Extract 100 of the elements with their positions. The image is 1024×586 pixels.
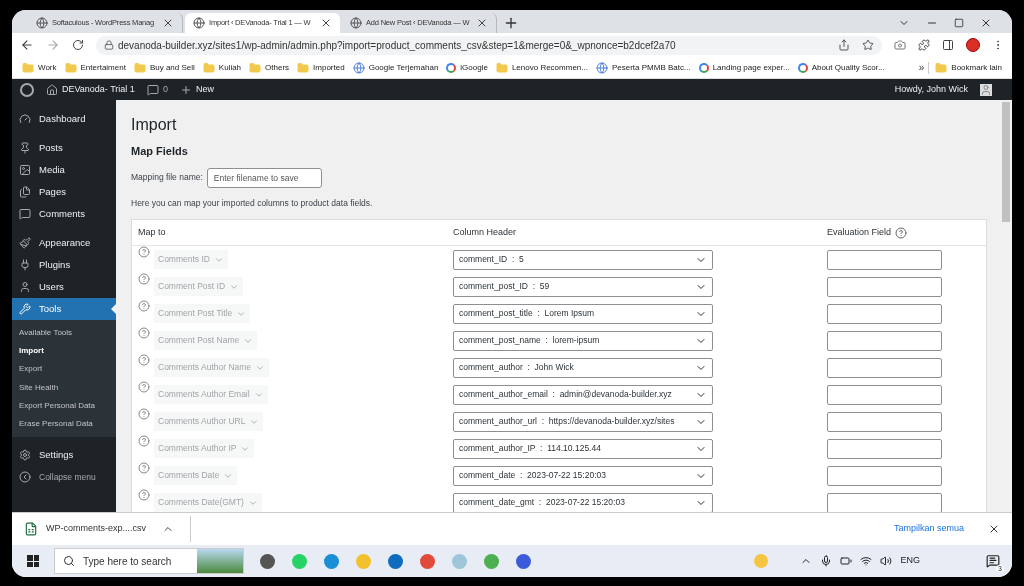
scrollbar[interactable]: [1000, 100, 1012, 512]
help-icon[interactable]: [138, 408, 150, 421]
download-file-name[interactable]: WP-comments-exp....csv: [46, 522, 146, 536]
menu-item[interactable]: Dashboard: [12, 108, 116, 130]
puzzle-icon[interactable]: [918, 39, 930, 51]
evaluation-field[interactable]: [827, 249, 942, 270]
share-icon[interactable]: [838, 39, 850, 51]
submenu-item[interactable]: Site Health: [12, 378, 116, 397]
avatar[interactable]: [966, 38, 980, 52]
greeting[interactable]: Howdy, John Wick: [894, 82, 968, 97]
bookmark[interactable]: About Quality Scor...: [795, 61, 887, 74]
column-select[interactable]: comment_date : 2023-07-22 15:20:03: [453, 465, 713, 486]
bookmark[interactable]: Landing page exper...: [696, 61, 792, 74]
paintbrush-icon: [19, 237, 31, 249]
microphone-icon[interactable]: [820, 555, 833, 567]
menu-item[interactable]: Comments: [12, 203, 116, 225]
submenu-item[interactable]: Erase Personal Data: [12, 414, 116, 434]
camera-icon[interactable]: [894, 39, 906, 51]
close-icon[interactable]: [162, 17, 174, 29]
help-icon[interactable]: [138, 381, 150, 394]
help-icon[interactable]: [895, 226, 908, 239]
back-icon[interactable]: [20, 38, 34, 52]
close-icon[interactable]: [988, 523, 1000, 535]
bookmark[interactable]: Google Terjemahan: [350, 61, 441, 74]
menu-item[interactable]: Tools: [12, 298, 116, 320]
submenu-item[interactable]: Import: [12, 342, 116, 361]
maximize-icon[interactable]: [954, 18, 964, 28]
menu-item[interactable]: Posts: [12, 137, 116, 159]
collapse-menu[interactable]: Collapse menu: [12, 466, 116, 489]
bookmark[interactable]: Entertaiment: [62, 61, 128, 74]
bookmark[interactable]: Peserta PMMB Batc...: [593, 61, 693, 74]
close-icon[interactable]: [320, 17, 332, 29]
globe-icon: [352, 61, 365, 74]
search-icon: [63, 555, 75, 567]
menu-item[interactable]: Appearance: [12, 232, 116, 254]
speaker-icon[interactable]: [880, 555, 893, 567]
bookmark[interactable]: Imported: [295, 61, 347, 74]
site-name[interactable]: DEVanoda- Trial 1: [62, 82, 135, 97]
bookmark[interactable]: iGoogle: [444, 61, 490, 74]
column-select[interactable]: comment_ID : 5: [453, 249, 713, 270]
forward-icon[interactable]: [46, 38, 60, 52]
bookmark[interactable]: Others: [247, 61, 292, 74]
taskbar-search-field[interactable]: Type here to search: [54, 548, 244, 574]
evaluation-field[interactable]: [827, 276, 942, 297]
column-select[interactable]: comment_author_email : admin@devanoda-builder.xyz: [453, 384, 713, 405]
help-icon[interactable]: [138, 300, 150, 313]
evaluation-field[interactable]: [827, 384, 942, 405]
help-icon[interactable]: [138, 489, 150, 502]
submenu-item[interactable]: Export Personal Data: [12, 396, 116, 415]
menu-item[interactable]: Users: [12, 276, 116, 298]
column-select[interactable]: comment_author_url : https://devanoda-builder.xyz/sites: [453, 411, 713, 432]
menu-item[interactable]: Media: [12, 159, 116, 181]
star-icon[interactable]: [862, 39, 874, 51]
battery-icon[interactable]: [840, 555, 853, 567]
evaluation-field[interactable]: [827, 465, 942, 486]
evaluation-field[interactable]: [827, 330, 942, 351]
column-select[interactable]: comment_post_title : Lorem Ipsum: [453, 303, 713, 324]
help-icon[interactable]: [138, 327, 150, 340]
column-select[interactable]: comment_author_IP : 114.10.125.44: [453, 438, 713, 459]
reload-icon[interactable]: [72, 39, 84, 51]
help-icon[interactable]: [138, 246, 150, 259]
new-link[interactable]: New: [195, 82, 214, 97]
column-select[interactable]: comment_post_ID : 59: [453, 276, 713, 297]
bookmark[interactable]: Kuliah: [200, 61, 244, 74]
bookmark[interactable]: Bookmark lain: [933, 61, 1004, 74]
bookmark[interactable]: Work: [20, 61, 59, 74]
evaluation-field[interactable]: [827, 357, 942, 378]
bookmark[interactable]: Buy and Sell: [131, 61, 197, 74]
notification-icon[interactable]: [986, 554, 1000, 568]
close-icon[interactable]: [980, 17, 992, 29]
submenu-item[interactable]: Export: [12, 360, 116, 379]
column-select[interactable]: comment_post_name : lorem-ipsum: [453, 330, 713, 351]
wifi-icon[interactable]: [860, 555, 873, 567]
evaluation-field[interactable]: [827, 411, 942, 432]
help-icon[interactable]: [138, 435, 150, 448]
comment-count[interactable]: 0: [162, 82, 168, 97]
show-all-link[interactable]: Tampilkan semua: [893, 522, 964, 536]
new-tab-icon[interactable]: [503, 15, 519, 31]
windows-logo-icon[interactable]: [27, 555, 39, 567]
column-select[interactable]: comment_author : John Wick: [453, 357, 713, 378]
mapping-label: Mapping file name:: [131, 171, 203, 184]
address-bar[interactable]: devanoda-builder.xyz/sites1/wp-admin/admin.php?import=product_comments_csv&step=1&merge=0&_wpnonce=b2dcef2a70: [96, 35, 882, 55]
bookmark[interactable]: Lenovo Recommen...: [493, 61, 590, 74]
help-icon[interactable]: [138, 354, 150, 367]
filename-field[interactable]: Enter filename to save: [206, 167, 322, 188]
gauge-icon: [19, 113, 31, 125]
evaluation-field[interactable]: [827, 303, 942, 324]
page-icon: [193, 17, 205, 29]
evaluation-field[interactable]: [827, 492, 942, 512]
menu-item[interactable]: Settings: [12, 444, 116, 467]
evaluation-field[interactable]: [827, 438, 942, 459]
menu-item[interactable]: Pages: [12, 181, 116, 203]
more-bookmarks[interactable]: »: [918, 60, 925, 75]
help-icon[interactable]: [138, 273, 150, 286]
help-icon[interactable]: [138, 462, 150, 475]
language-indicator[interactable]: ENG: [900, 554, 920, 568]
side-panel-icon[interactable]: [942, 39, 954, 51]
menu-item[interactable]: Plugins: [12, 254, 116, 276]
close-icon[interactable]: [476, 17, 488, 29]
submenu-item[interactable]: Available Tools: [12, 324, 116, 343]
